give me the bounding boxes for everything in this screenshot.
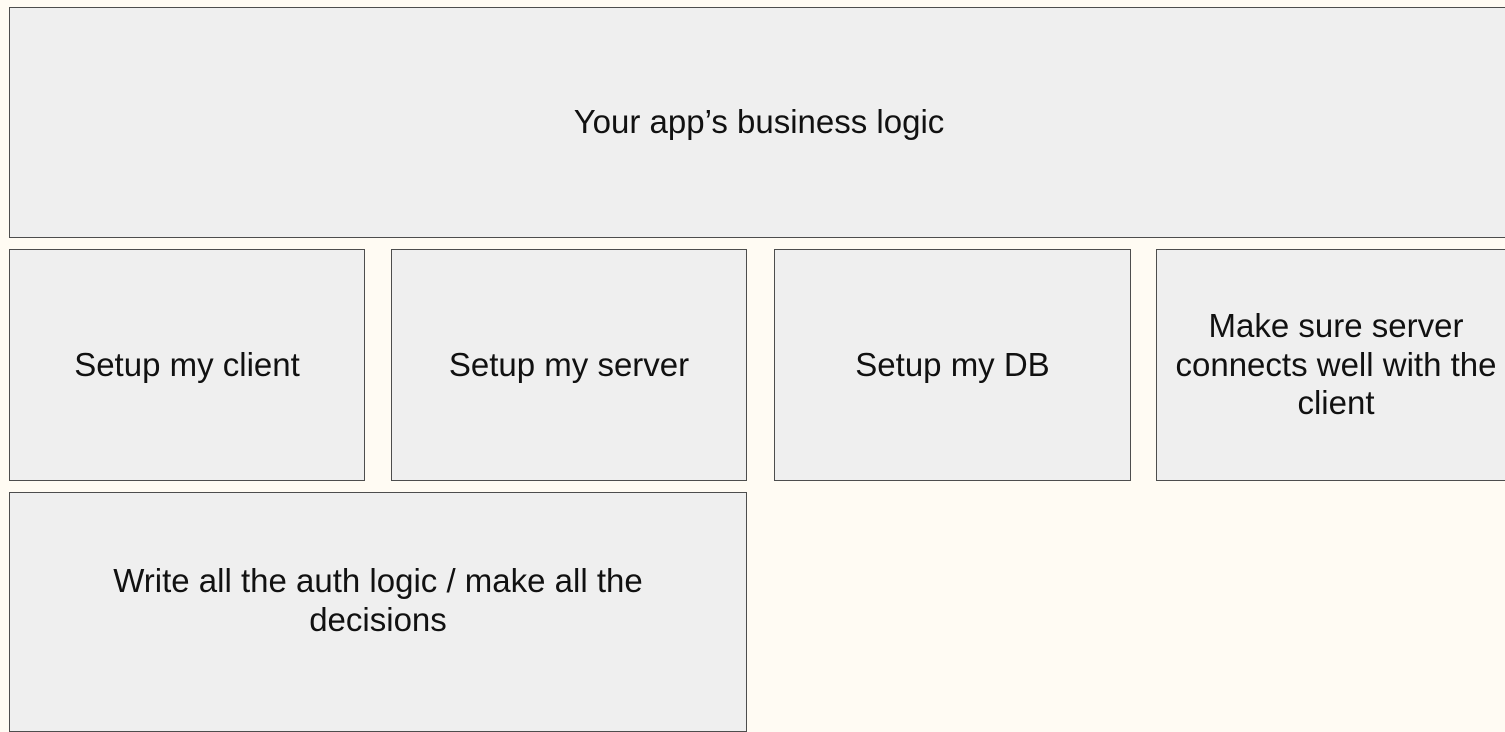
setup-server-block: Setup my server <box>391 249 747 481</box>
setup-server-label: Setup my server <box>448 345 690 383</box>
server-client-connection-label: Make sure server connects well with the … <box>1175 306 1497 422</box>
auth-logic-label: Write all the auth logic / make all the … <box>113 562 643 638</box>
business-logic-label: Your app’s business logic <box>573 103 945 141</box>
server-client-connection-block: Make sure server connects well with the … <box>1156 249 1505 481</box>
setup-client-label: Setup my client <box>74 345 300 383</box>
business-logic-block: Your app’s business logic <box>9 7 1505 238</box>
setup-db-block: Setup my DB <box>774 249 1131 481</box>
setup-db-label: Setup my DB <box>855 345 1050 383</box>
auth-logic-block: Write all the auth logic / make all the … <box>9 492 747 732</box>
setup-client-block: Setup my client <box>9 249 365 481</box>
